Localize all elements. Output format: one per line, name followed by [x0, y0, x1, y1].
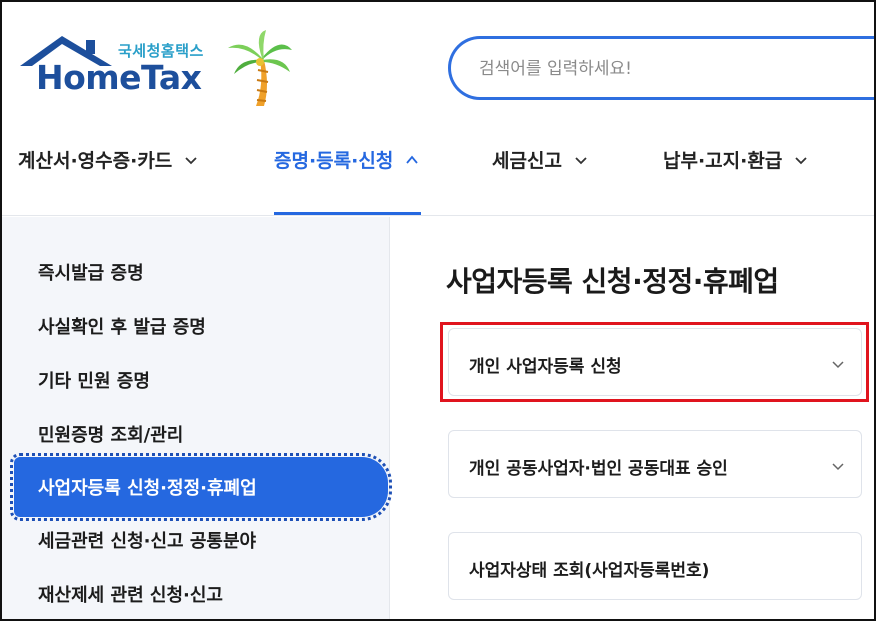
nav-tab-label: 증명·등록·신청 — [274, 150, 394, 172]
accordion-individual-business-registration[interactable]: 개인 사업자등록 신청 — [448, 328, 862, 396]
nav-tab-invoice-receipt-card[interactable]: 계산서·영수증·카드 — [18, 146, 198, 173]
palm-tree-icon — [228, 30, 292, 106]
sidebar-item-tax-common-application[interactable]: 세금관련 신청·신고 공통분야 — [38, 527, 256, 553]
chevron-down-icon — [832, 463, 844, 471]
hometax-logo[interactable]: 국세청홈택스 HomeTax — [16, 30, 296, 110]
chevron-down-icon — [832, 361, 844, 369]
chevron-down-icon — [185, 156, 197, 164]
sidebar-item-property-tax-application[interactable]: 재산제세 관련 신청·신고 — [38, 581, 223, 607]
top-navigation: 계산서·영수증·카드 증명·등록·신청 세금신고 납부·고지·환급 — [2, 120, 874, 216]
nav-tab-payment-notice-refund[interactable]: 납부·고지·환급 — [663, 146, 808, 173]
nav-tab-label: 세금신고 — [492, 150, 562, 172]
link-business-status-lookup[interactable]: 사업자상태 조회(사업자등록번호) — [448, 532, 862, 600]
active-tab-underline — [274, 212, 421, 215]
sidebar-item-civil-certificate-management[interactable]: 민원증명 조회/관리 — [38, 421, 183, 447]
card-label: 개인 공동사업자·법인 공동대표 승인 — [469, 459, 728, 479]
sidebar-item-fact-check-certificate[interactable]: 사실확인 후 발급 증명 — [38, 313, 206, 339]
logo-english-text: HomeTax — [36, 58, 202, 97]
sidebar-item-label: 사업자등록 신청·정정·휴폐업 — [38, 478, 257, 499]
sidebar-item-business-registration[interactable]: 사업자등록 신청·정정·휴폐업 — [10, 453, 392, 521]
card-label: 사업자상태 조회(사업자등록번호) — [469, 561, 710, 581]
hometax-window: 국세청홈택스 HomeTax 계산서·영수증·카드 증명·등록·신청 세금신고 — [0, 0, 876, 621]
page-title: 사업자등록 신청·정정·휴폐업 — [446, 265, 779, 298]
nav-tab-label: 납부·고지·환급 — [663, 150, 783, 172]
nav-tab-label: 계산서·영수증·카드 — [18, 150, 173, 172]
chevron-up-icon — [406, 155, 419, 164]
chevron-down-icon — [795, 156, 807, 164]
search-input[interactable] — [479, 55, 859, 83]
sidebar-menu: 즉시발급 증명 사실확인 후 발급 증명 기타 민원 증명 민원증명 조회/관리… — [2, 217, 392, 619]
sidebar-item-instant-certificate[interactable]: 즉시발급 증명 — [38, 259, 144, 285]
sidebar-item-other-civil-certificate[interactable]: 기타 민원 증명 — [38, 367, 150, 393]
chevron-down-icon — [575, 156, 587, 164]
search-bar[interactable] — [448, 36, 874, 100]
accordion-joint-business-approval[interactable]: 개인 공동사업자·법인 공동대표 승인 — [448, 430, 862, 498]
card-label: 개인 사업자등록 신청 — [469, 357, 622, 377]
nav-tab-tax-filing[interactable]: 세금신고 — [492, 146, 588, 173]
nav-tab-certificate-registration[interactable]: 증명·등록·신청 — [274, 146, 419, 173]
